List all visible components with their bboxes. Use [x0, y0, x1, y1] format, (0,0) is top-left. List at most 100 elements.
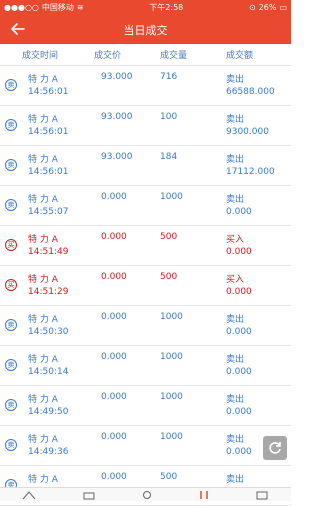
trade-side-badge: 卖: [5, 79, 17, 91]
stock-name: 特 力 A: [28, 435, 58, 445]
table-row[interactable]: 买 特 力 A 14:51:29 0.000 500 买入 0.000: [0, 266, 291, 306]
table-row[interactable]: 买 特 力 A 14:51:49 0.000 500 买入 0.000: [0, 226, 291, 266]
trade-list: 卖特 力 A 14:56:01 93.000 716 卖出 66588.000 卖特 力 A…: [0, 66, 291, 506]
trade-action: 卖出: [226, 75, 245, 85]
trade-action: 卖出: [226, 395, 245, 405]
trade-quantity: 1000: [160, 312, 183, 322]
trade-time: 14:56:01: [28, 167, 69, 177]
trade-time: 14:50:14: [28, 367, 69, 377]
tab-home-icon[interactable]: [22, 490, 36, 500]
stock-name: 特 力 A: [28, 115, 58, 125]
header-price: 成交价: [94, 51, 122, 61]
tab-trade-icon[interactable]: [197, 490, 211, 500]
signal-icon: ●●●○○: [4, 2, 39, 12]
trade-time: 14:56:01: [28, 127, 69, 137]
wifi-icon: ≋: [76, 2, 84, 12]
trade-side-badge: 买: [5, 239, 17, 251]
trade-amount: 66588.000: [226, 87, 275, 97]
trade-side-badge: 卖: [5, 399, 17, 411]
status-right: ⊙ 26% ▭: [249, 3, 287, 12]
trade-amount: 9300.000: [226, 127, 269, 137]
trade-time: 14:56:01: [28, 87, 69, 97]
trade-action: 卖出: [226, 195, 245, 205]
trade-side-badge: 卖: [5, 199, 17, 211]
trade-time: 14:49:36: [28, 447, 69, 457]
battery-label: 26%: [258, 2, 277, 12]
trade-quantity: 1000: [160, 432, 183, 442]
trade-amount: 17112.000: [226, 167, 275, 177]
trade-quantity: 716: [160, 72, 178, 82]
trade-amount: 0.000: [226, 287, 252, 297]
trade-price: 93.000: [101, 72, 133, 82]
battery-icon: ▭: [279, 2, 287, 12]
table-row[interactable]: 卖 特 力 A 14:56:01 93.000 184 卖出 17112.000: [0, 146, 291, 186]
trade-time: 14:49:50: [28, 407, 69, 417]
trade-time: 14:50:30: [28, 327, 69, 337]
trade-action: 卖出: [226, 475, 245, 485]
tab-info-icon[interactable]: [255, 490, 269, 500]
trade-price: 0.000: [101, 352, 127, 362]
table-header: 成交时间 成交价 成交量 成交额: [0, 44, 291, 66]
header-amount: 成交额: [226, 51, 254, 61]
tab-market-icon[interactable]: [82, 490, 96, 500]
trade-action: 买入: [226, 275, 245, 285]
stock-name: 特 力 A: [28, 195, 58, 205]
clock-label: 下午2:58: [149, 2, 184, 12]
trade-side-badge: 卖: [5, 159, 17, 171]
table-row[interactable]: 卖 特 力 A 14:56:01 93.000 100 卖出 9300.000: [0, 106, 291, 146]
trade-amount: 0.000: [226, 207, 252, 217]
trade-side-badge: 卖: [5, 359, 17, 371]
trade-price: 0.000: [101, 392, 127, 402]
status-left: ●●●○○ 中国移动 ≋: [4, 2, 84, 13]
refresh-icon: [269, 442, 281, 454]
trade-amount: 0.000: [226, 327, 252, 337]
trade-quantity: 1000: [160, 352, 183, 362]
table-row[interactable]: 卖 特 力 A 14:49:36 0.000 1000 卖出 0.000: [0, 426, 291, 466]
trade-amount: 0.000: [226, 407, 252, 417]
trade-quantity: 100: [160, 112, 178, 122]
stock-name: 特 力 A: [28, 275, 58, 285]
trade-side-badge: 卖: [5, 439, 17, 451]
refresh-button[interactable]: [263, 436, 287, 460]
table-row[interactable]: 卖 特 力 A 14:50:14 0.000 1000 卖出 0.000: [0, 346, 291, 386]
trade-time: 14:51:49: [28, 247, 69, 257]
header-quantity: 成交量: [160, 51, 188, 61]
trade-price: 0.000: [101, 192, 127, 202]
table-row[interactable]: 卖 特 力 A 14:49:50 0.000 1000 卖出 0.000: [0, 386, 291, 426]
trade-action: 卖出: [226, 155, 245, 165]
trade-action: 卖出: [226, 315, 245, 325]
trade-amount: 0.000: [226, 367, 252, 377]
trade-price: 0.000: [101, 272, 127, 282]
lock-rotation-icon: ⊙: [248, 2, 256, 12]
stock-name: 特 力 A: [28, 155, 58, 165]
stock-name: 特 力 A: [28, 475, 58, 485]
trade-time: 14:55:07: [28, 207, 69, 217]
trade-side-badge: 买: [5, 279, 17, 291]
trade-price: 0.000: [101, 232, 127, 242]
stock-name: 特 力 A: [28, 355, 58, 365]
stock-name: 特 力 A: [28, 75, 58, 85]
trade-quantity: 500: [160, 472, 178, 482]
trade-price: 0.000: [101, 432, 127, 442]
status-bar: ●●●○○ 中国移动 ≋ 下午2:58 ⊙ 26% ▭: [0, 0, 291, 14]
trade-action: 卖出: [226, 355, 245, 365]
trade-quantity: 500: [160, 232, 178, 242]
trade-action: 买入: [226, 235, 245, 245]
trade-action: 卖出: [226, 435, 245, 445]
table-row[interactable]: 卖 特 力 A 14:50:30 0.000 1000 卖出 0.000: [0, 306, 291, 346]
nav-bar: 当日成交: [0, 14, 291, 44]
table-row[interactable]: 卖 特 力 A 14:55:07 0.000 1000 卖出 0.000: [0, 186, 291, 226]
table-row[interactable]: 卖 特 力 A 14:56:01 93.000 716 卖出 66588.000: [0, 66, 291, 106]
trade-price: 0.000: [101, 312, 127, 322]
trade-side-badge: 卖: [5, 319, 17, 331]
trade-quantity: 184: [160, 152, 178, 162]
trade-amount: 0.000: [226, 447, 252, 457]
bottom-tab-bar: [0, 487, 291, 501]
header-time: 成交时间: [22, 51, 59, 61]
tab-user-icon[interactable]: [140, 490, 154, 500]
trade-time: 14:51:29: [28, 287, 69, 297]
stock-name: 特 力 A: [28, 235, 58, 245]
trade-side-badge: 卖: [5, 119, 17, 131]
trade-action: 卖出: [226, 115, 245, 125]
page-title: 当日成交: [123, 24, 168, 37]
